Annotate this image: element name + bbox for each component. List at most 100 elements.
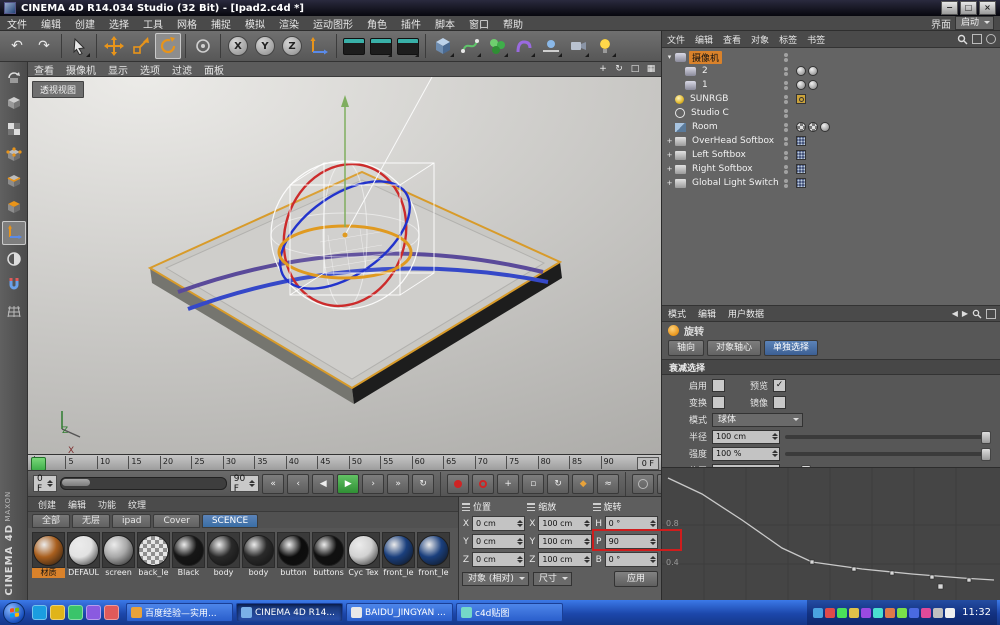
quick-launch-icon[interactable]: [32, 605, 47, 620]
coordinate-field[interactable]: 100 cm: [538, 552, 591, 567]
record-rotation-toggle[interactable]: ↻: [547, 474, 569, 494]
dots-tag-icon[interactable]: [796, 150, 806, 160]
object-name[interactable]: Room: [689, 122, 721, 132]
lock-tag-icon[interactable]: [796, 94, 806, 104]
menubar-item-14[interactable]: 帮助: [496, 16, 530, 31]
viewport-canvas[interactable]: 透视视图 Z X: [28, 77, 661, 454]
visibility-dots[interactable]: [780, 151, 792, 160]
prev-key-button[interactable]: ‹: [287, 474, 309, 494]
materials-menu-item-1[interactable]: 编辑: [62, 498, 92, 511]
sphere-tag-icon[interactable]: [796, 80, 806, 90]
attributes-mode-button-1[interactable]: 对象轴心: [707, 340, 761, 356]
tray-icon[interactable]: [861, 608, 871, 618]
tray-icon[interactable]: [849, 608, 859, 618]
visibility-dots[interactable]: [780, 165, 792, 174]
coordinate-field[interactable]: 0 °: [605, 516, 658, 531]
layer-icon[interactable]: [986, 34, 996, 44]
object-name[interactable]: OverHead Softbox: [689, 136, 777, 146]
material-item[interactable]: 材质: [32, 532, 65, 578]
materials-menu-item-2[interactable]: 功能: [92, 498, 122, 511]
visibility-dots[interactable]: [780, 137, 792, 146]
enable-snap-button[interactable]: [2, 273, 26, 297]
object-name[interactable]: 1: [699, 80, 711, 90]
falloff-mode-dropdown[interactable]: 球体: [712, 413, 803, 427]
visibility-dots[interactable]: [780, 123, 792, 132]
close-button[interactable]: ×: [979, 1, 996, 15]
attributes-tab-0[interactable]: 模式: [662, 307, 692, 320]
sphere-tag-icon[interactable]: [808, 66, 818, 76]
timeline-ruler[interactable]: 051015202530354045505560657075808590 0 F: [28, 454, 661, 470]
materials-menu-item-3[interactable]: 纹理: [122, 498, 152, 511]
workplane-button[interactable]: [2, 299, 26, 323]
object-name[interactable]: SUNRGB: [687, 94, 731, 104]
expander-icon[interactable]: +: [665, 179, 674, 187]
object-row[interactable]: +Right Softbox: [662, 162, 1000, 176]
falloff-curve-panel[interactable]: 衰减模式－严格 使用右键配色方面调整 0.8 0.4: [662, 467, 1000, 600]
quick-launch-icon[interactable]: [104, 605, 119, 620]
timeline-playhead[interactable]: [31, 457, 46, 471]
viewport-menu-item-3[interactable]: 选项: [134, 62, 166, 77]
redo-button[interactable]: ↷: [31, 33, 57, 59]
rotation-p-field[interactable]: 90: [605, 534, 658, 549]
object-name[interactable]: Global Light Switch: [689, 178, 780, 188]
object-name[interactable]: 2: [699, 66, 711, 76]
checker-tag-icon[interactable]: [796, 122, 806, 132]
viewport-menu-item-5[interactable]: 面板: [198, 62, 230, 77]
sphere-tag-icon[interactable]: [796, 66, 806, 76]
object-row[interactable]: Studio C: [662, 106, 1000, 120]
attributes-mode-button-2[interactable]: 单独选择: [764, 340, 818, 356]
tray-icon[interactable]: [945, 608, 955, 618]
strength-field[interactable]: 100 %: [712, 447, 780, 461]
attributes-tab-1[interactable]: 编辑: [692, 307, 722, 320]
coordinate-field[interactable]: 100 cm: [538, 516, 591, 531]
move-tool-button[interactable]: [101, 33, 127, 59]
object-row[interactable]: +OverHead Softbox: [662, 134, 1000, 148]
object-name[interactable]: Studio C: [688, 108, 732, 118]
record-pla-toggle[interactable]: ≈: [597, 474, 619, 494]
next-key-button[interactable]: »: [387, 474, 409, 494]
coordinate-mode-dropdown[interactable]: 对象 (相对): [462, 572, 529, 586]
material-item[interactable]: body: [207, 532, 240, 578]
object-manager-menu-item-1[interactable]: 编辑: [690, 33, 718, 46]
enable-axis-button[interactable]: [2, 221, 26, 245]
object-manager-menu-item-2[interactable]: 查看: [718, 33, 746, 46]
record-position-toggle[interactable]: +: [497, 474, 519, 494]
preview-checkbox[interactable]: [773, 379, 786, 392]
menubar-item-1[interactable]: 编辑: [34, 16, 68, 31]
scale-tool-button[interactable]: [128, 33, 154, 59]
history-forward-icon[interactable]: ▶: [962, 309, 968, 318]
menubar-item-9[interactable]: 运动图形: [306, 16, 360, 31]
dots-tag-icon[interactable]: [796, 136, 806, 146]
visibility-dots[interactable]: [780, 53, 792, 62]
tray-icon[interactable]: [921, 608, 931, 618]
tray-icon[interactable]: [909, 608, 919, 618]
prev-frame-button[interactable]: ◀: [312, 474, 334, 494]
object-manager-menu-item-5[interactable]: 书签: [802, 33, 830, 46]
viewport-menu-item-2[interactable]: 显示: [102, 62, 134, 77]
next-frame-button[interactable]: ›: [362, 474, 384, 494]
minimize-button[interactable]: −: [941, 1, 958, 15]
object-row[interactable]: +Left Softbox: [662, 148, 1000, 162]
dots-tag-icon[interactable]: [796, 164, 806, 174]
object-row[interactable]: SUNRGB: [662, 92, 1000, 106]
search-icon[interactable]: [972, 309, 982, 319]
visibility-dots[interactable]: [780, 179, 792, 188]
dots-tag-icon[interactable]: [796, 178, 806, 188]
tray-icon[interactable]: [897, 608, 907, 618]
point-mode-button[interactable]: [2, 143, 26, 167]
add-cube-button[interactable]: [430, 33, 456, 59]
live-selection-button[interactable]: [66, 33, 92, 59]
material-item[interactable]: screen: [102, 532, 135, 578]
checker-tag-icon[interactable]: [808, 122, 818, 132]
end-frame-field[interactable]: 90 F: [230, 475, 259, 492]
viewport-menu-item-0[interactable]: 查看: [28, 62, 60, 77]
object-row[interactable]: + Global Light Switch: [662, 176, 1000, 190]
enable-checkbox[interactable]: [712, 379, 725, 392]
view-label[interactable]: 透视视图: [32, 81, 84, 98]
selection-record-button[interactable]: [632, 474, 654, 494]
quick-launch-icon[interactable]: [50, 605, 65, 620]
material-item[interactable]: Black: [172, 532, 205, 578]
start-button[interactable]: [3, 602, 25, 624]
search-icon[interactable]: [957, 34, 968, 45]
viewport-solo-button[interactable]: [2, 247, 26, 271]
